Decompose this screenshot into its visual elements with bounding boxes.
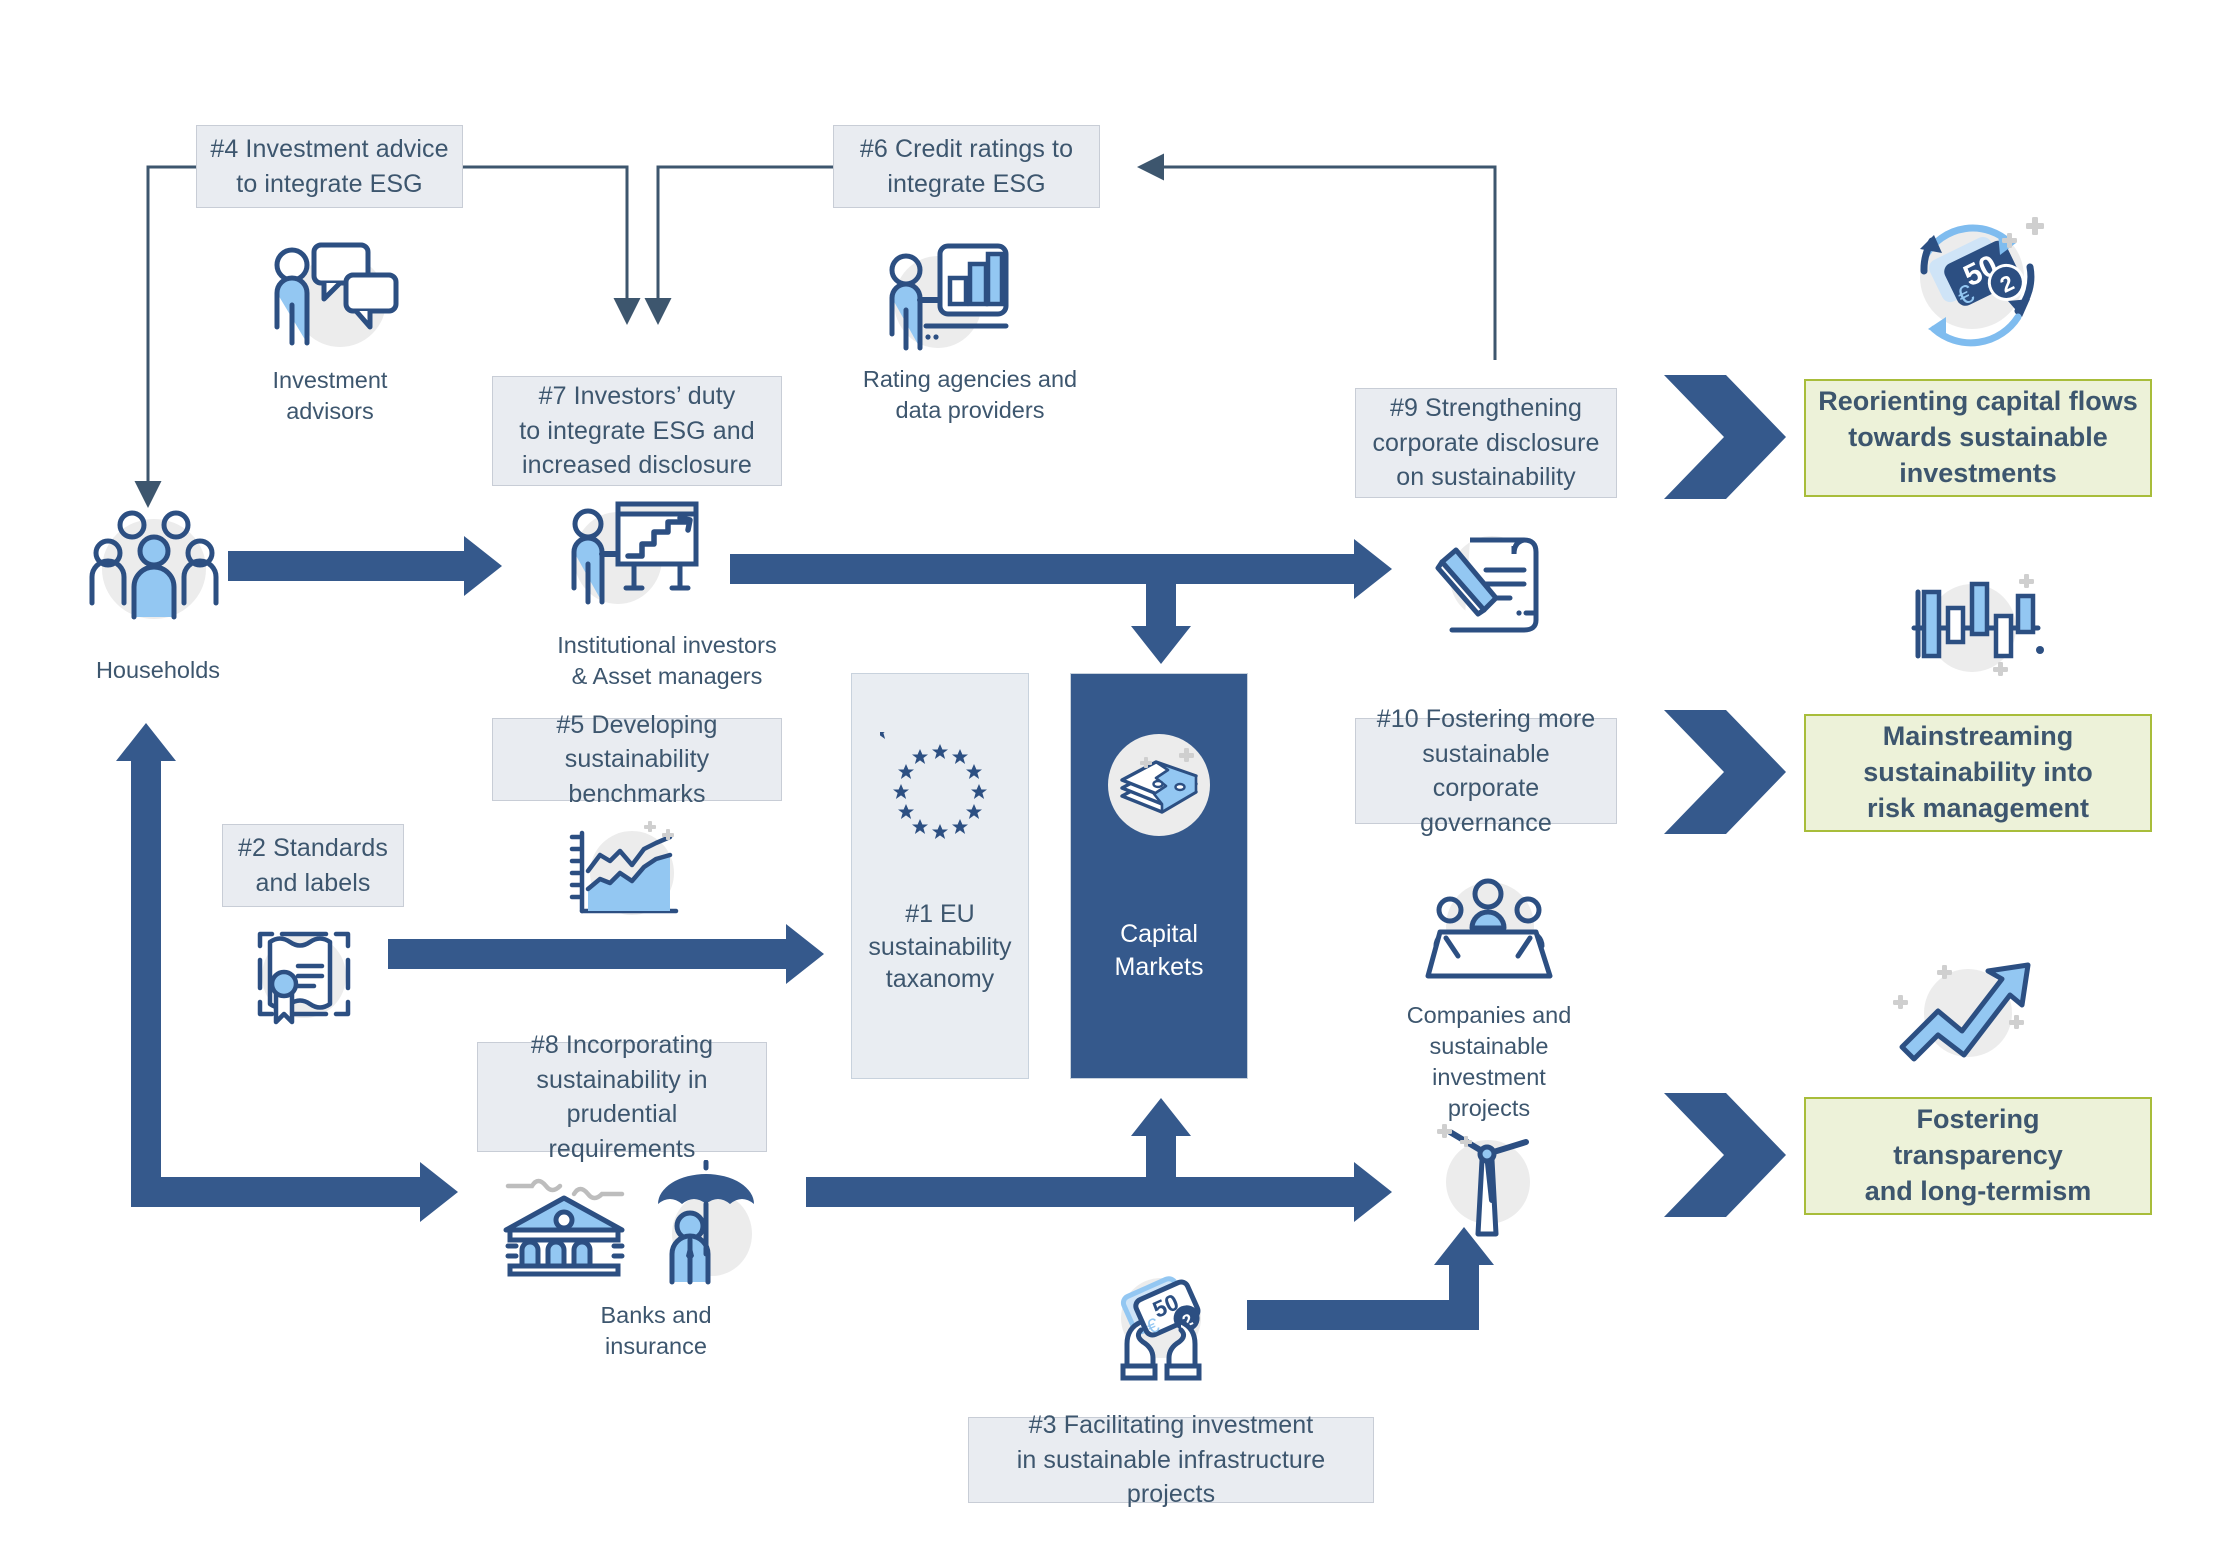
caption-rating-agencies: Rating agencies and data providers xyxy=(862,366,1078,424)
person-bar-chart-board-icon xyxy=(878,238,1018,358)
action-box-8[interactable]: #8 Incorporating sustainability in prude… xyxy=(477,1031,767,1163)
wind-turbine-icon xyxy=(1420,1120,1548,1240)
pillar-capital-markets-label: Capital Markets xyxy=(1114,920,1204,981)
outcome-box-2[interactable]: Mainstreaming sustainability into risk m… xyxy=(1804,714,2152,832)
group-of-people-icon xyxy=(80,505,228,625)
action-box-10[interactable]: #10 Fostering more sustainable corporate… xyxy=(1355,705,1617,837)
flow-investors-to-disclosure xyxy=(730,539,1392,664)
caption-households: Households xyxy=(95,657,221,683)
bank-building-icon xyxy=(498,1170,632,1280)
action-box-3-label: #3 Facilitating investment in sustainabl… xyxy=(1016,1411,1326,1509)
bar-chart-volatility-icon xyxy=(1900,570,2050,688)
pillar-eu-taxonomy-label: #1 EU sustainability taxanomy xyxy=(868,900,1012,993)
action-box-4-label: #4 Investment advice to integrate ESG xyxy=(210,135,449,198)
action-box-10-label: #10 Fostering more sustainable corporate… xyxy=(1376,705,1596,837)
outcome-box-3-label: Fostering transparency and long-termism xyxy=(1864,1104,2092,1206)
certificate-seal-icon xyxy=(240,918,366,1028)
pillar-capital-markets[interactable]: Capital Markets xyxy=(1070,673,1248,1079)
connector-advice-to-investors-duty xyxy=(463,165,641,325)
action-box-5-label: #5 Developing sustainability benchmarks xyxy=(556,710,718,808)
chevron-outcome-2 xyxy=(1664,710,1786,834)
scroll-pen-icon xyxy=(1424,524,1552,640)
flow-banks-to-infrastructure xyxy=(806,1098,1392,1222)
action-box-7-label: #7 Investors’ duty to integrate ESG and … xyxy=(519,382,755,480)
action-box-9-label: #9 Strengthening corporate disclosure on… xyxy=(1372,394,1600,492)
flow-standards-to-taxonomy xyxy=(388,924,824,984)
action-box-9[interactable]: #9 Strengthening corporate disclosure on… xyxy=(1355,388,1617,498)
outcome-box-3[interactable]: Fostering transparency and long-termism xyxy=(1804,1097,2152,1215)
action-box-2[interactable]: #2 Standards and labels xyxy=(222,824,404,907)
eu-stars-icon xyxy=(880,732,1000,852)
caption-banks-insurance: Banks and insurance xyxy=(600,1302,712,1360)
growth-arrow-icon xyxy=(1880,955,2050,1075)
caption-investment-advisors: Investment advisors xyxy=(272,367,388,425)
line-area-chart-icon xyxy=(560,815,690,925)
action-box-5[interactable]: #5 Developing sustainability benchmarks xyxy=(492,711,782,808)
flow-infrastructure-to-projects xyxy=(1247,1227,1494,1330)
money-cycle-icon: 50 2 € xyxy=(1890,205,2060,363)
connector-disclosure-to-credit-ratings xyxy=(1137,153,1497,360)
action-box-2-label: #2 Standards and labels xyxy=(238,834,388,897)
action-box-6-label: #6 Credit ratings to integrate ESG xyxy=(859,135,1074,198)
caption-companies: Companies and sustainable investment pro… xyxy=(1406,1002,1572,1122)
boardroom-table-icon xyxy=(1424,876,1554,984)
connector-advice-to-households xyxy=(134,165,196,508)
person-speech-bubbles-icon xyxy=(262,235,402,355)
action-box-3[interactable]: #3 Facilitating investment in sustainabl… xyxy=(968,1411,1374,1508)
cash-stack-icon xyxy=(1100,726,1218,844)
person-umbrella-icon xyxy=(648,1160,766,1285)
action-box-4[interactable]: #4 Investment advice to integrate ESG xyxy=(196,125,463,208)
outcome-box-1-label: Reorienting capital flows towards sustai… xyxy=(1818,386,2138,488)
flow-households-to-investors xyxy=(228,536,502,596)
hands-holding-money-icon: 50 2 € xyxy=(1095,1262,1225,1388)
pillar-eu-taxonomy[interactable]: #1 EU sustainability taxanomy xyxy=(851,673,1029,1079)
chevron-outcome-1 xyxy=(1664,375,1786,499)
diagram-canvas: #4 Investment advice to integrate ESG #6… xyxy=(0,0,2218,1541)
caption-institutional-investors: Institutional investors & Asset managers xyxy=(557,632,777,690)
outcome-box-2-label: Mainstreaming sustainability into risk m… xyxy=(1863,721,2093,823)
chevron-outcome-3 xyxy=(1664,1093,1786,1217)
action-box-8-label: #8 Incorporating sustainability in prude… xyxy=(530,1031,714,1163)
action-box-7[interactable]: #7 Investors’ duty to integrate ESG and … xyxy=(492,376,782,486)
person-presenting-chart-icon xyxy=(556,500,706,625)
action-box-6[interactable]: #6 Credit ratings to integrate ESG xyxy=(833,125,1100,208)
connector-credit-ratings-to-investors-duty xyxy=(644,165,833,325)
outcome-box-1[interactable]: Reorienting capital flows towards sustai… xyxy=(1804,379,2152,497)
